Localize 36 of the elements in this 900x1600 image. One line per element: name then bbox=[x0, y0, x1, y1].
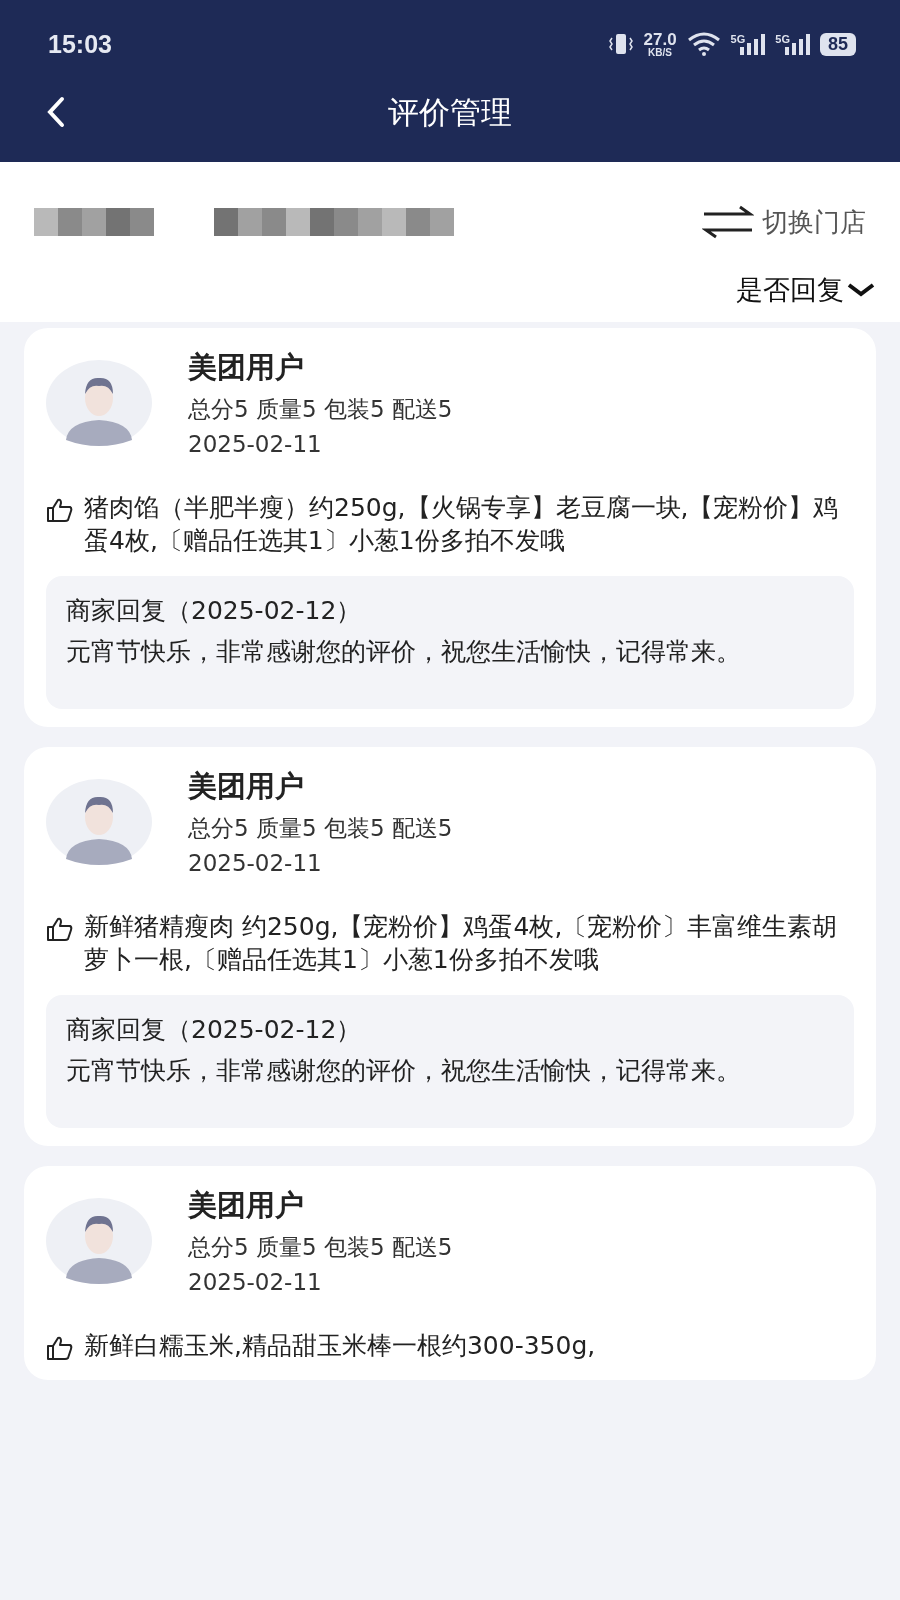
user-name: 美团用户 bbox=[188, 768, 305, 805]
back-icon[interactable] bbox=[46, 96, 66, 128]
thumbs-up-icon bbox=[46, 916, 74, 942]
network-type: 5G bbox=[775, 33, 790, 45]
avatar-icon bbox=[46, 778, 152, 865]
reply-text: 元宵节快乐，非常感谢您的评价，祝您生活愉快，记得常来。 bbox=[66, 1055, 742, 1088]
network-type: 5G bbox=[730, 33, 746, 45]
review-date: 2025-02-11 bbox=[188, 1269, 323, 1295]
battery-level: 85 bbox=[819, 32, 856, 56]
network-speed: 27.0 bbox=[643, 30, 677, 48]
wifi-icon bbox=[686, 32, 721, 56]
reply-title: 商家回复（2025-02-12） bbox=[66, 594, 363, 627]
thumbs-up-icon bbox=[46, 497, 74, 523]
switch-store-button[interactable]: 切换门店 bbox=[702, 204, 866, 240]
review-date: 2025-02-11 bbox=[188, 431, 323, 457]
swap-icon bbox=[702, 204, 754, 240]
reply-filter-dropdown[interactable]: 是否回复 bbox=[736, 272, 876, 308]
status-time: 15:03 bbox=[48, 29, 112, 59]
user-name: 美团用户 bbox=[188, 1187, 305, 1224]
page-title: 评价管理 bbox=[388, 93, 512, 132]
avatar-icon bbox=[46, 359, 152, 446]
vibrate-icon bbox=[607, 32, 634, 56]
reply-title: 商家回复（2025-02-12） bbox=[66, 1013, 363, 1046]
review-scores: 总分5 质量5 包装5 配送5 bbox=[188, 1233, 453, 1262]
review-comment: 新鲜白糯玉米,精品甜玉米棒一根约300-350g, bbox=[84, 1330, 596, 1362]
review-scores: 总分5 质量5 包装5 配送5 bbox=[188, 395, 453, 424]
thumbs-up-icon bbox=[46, 1335, 74, 1361]
chevron-down-icon bbox=[846, 282, 876, 298]
review-comment: 猪肉馅（半肥半瘦）约250g,【火锅专享】老豆腐一块,【宠粉价】鸡蛋4枚,〔赠品任选其1〕小葱1份多拍不发哦 bbox=[84, 492, 840, 558]
reply-text: 元宵节快乐，非常感谢您的评价，祝您生活愉快，记得常来。 bbox=[66, 636, 742, 669]
user-name: 美团用户 bbox=[188, 349, 305, 386]
review-comment: 新鲜猪精瘦肉 约250g,【宠粉价】鸡蛋4枚,〔宠粉价〕丰富维生素胡萝卜一根,〔赠品任选其1〕小葱1份多拍不发哦 bbox=[84, 911, 839, 977]
avatar-icon bbox=[46, 1197, 152, 1284]
review-date: 2025-02-11 bbox=[188, 850, 323, 876]
review-scores: 总分5 质量5 包装5 配送5 bbox=[188, 814, 453, 843]
speed-unit: KB/S bbox=[648, 47, 672, 58]
